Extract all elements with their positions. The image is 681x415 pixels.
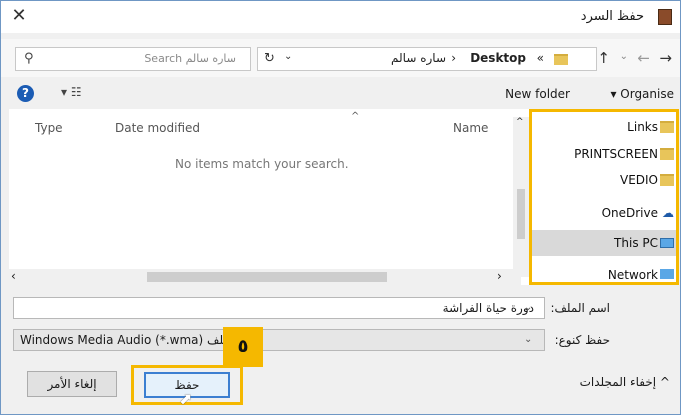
cancel-button[interactable]: إلغاء الأمر [27, 371, 117, 397]
breadcrumb-user[interactable]: ساره سالم [391, 51, 446, 65]
folder-icon [660, 174, 674, 186]
scroll-up-icon[interactable]: ^ [516, 117, 524, 127]
nav-item-network[interactable]: Network [608, 268, 658, 282]
nav-item-onedrive[interactable]: OneDrive [602, 206, 658, 220]
file-name-field[interactable]: دورة حياة الفراشة ⌄ [13, 297, 545, 319]
nav-item-links[interactable]: Links [627, 120, 658, 134]
column-date-modified[interactable]: Date modified [115, 121, 200, 135]
hide-folders-toggle[interactable]: ^ إخفاء المجلدات [580, 375, 670, 389]
save-dialog: ✕ حفظ السرد ⚲ Search ساره سالم ↻ ⌄ ساره … [0, 0, 681, 415]
forward-arrow-icon[interactable]: → [659, 49, 672, 67]
network-icon [660, 269, 674, 279]
title-bar: ✕ حفظ السرد [1, 1, 680, 33]
app-icon [658, 9, 672, 25]
column-name[interactable]: Name [453, 121, 488, 135]
empty-message: No items match your search. [175, 157, 349, 171]
scroll-right-icon[interactable]: › [497, 269, 502, 283]
breadcrumb[interactable]: ↻ ⌄ ساره سالم › Desktop « [257, 47, 597, 71]
breadcrumb-overflow[interactable]: « [537, 51, 544, 65]
organise-button[interactable]: ▾ Organise [610, 87, 674, 101]
new-folder-button[interactable]: New folder [505, 87, 570, 101]
folder-icon [660, 121, 674, 133]
chevron-down-icon[interactable]: ⌄ [524, 334, 532, 345]
onedrive-icon: ☁ [662, 206, 674, 220]
save-as-type-value: ملف Windows Media Audio (*.wma) [20, 333, 230, 347]
computer-icon [660, 238, 674, 248]
navigation-pane: Links PRINTSCREEN VEDIO OneDrive ☁ This … [529, 109, 679, 285]
scroll-thumb[interactable] [147, 272, 387, 282]
save-as-type-row: ملف Windows Media Audio (*.wma) ⌄ حفظ كن… [1, 329, 680, 353]
step-badge: ٥ [223, 327, 263, 367]
nav-item-printscreen[interactable]: PRINTSCREEN [574, 147, 658, 161]
nav-item-this-pc[interactable]: This PC [614, 236, 658, 250]
chevron-down-icon[interactable]: ⌄ [524, 302, 532, 313]
window-title: حفظ السرد [580, 9, 644, 24]
scroll-thumb[interactable] [517, 189, 525, 239]
search-placeholder: Search ساره سالم [144, 52, 236, 65]
breadcrumb-separator: › [451, 51, 456, 65]
mouse-cursor-icon: ⬈ [179, 389, 193, 408]
nav-item-vedio[interactable]: VEDIO [620, 173, 658, 187]
up-arrow-icon[interactable]: ↑ [597, 49, 610, 67]
help-icon[interactable]: ? [17, 85, 34, 102]
scroll-left-icon[interactable]: ‹ [11, 269, 16, 283]
folder-icon [660, 148, 674, 160]
refresh-icon[interactable]: ↻ [264, 51, 275, 66]
address-bar: ⚲ Search ساره سالم ↻ ⌄ ساره سالم › Deskt… [1, 39, 680, 77]
file-name-value: دورة حياة الفراشة [442, 301, 534, 315]
file-name-label: اسم الملف: [550, 301, 610, 315]
toolbar: ? ▾ ☷ New folder ▾ Organise [1, 79, 680, 109]
horizontal-scrollbar[interactable]: ‹ › [9, 269, 521, 285]
close-button[interactable]: ✕ [7, 4, 31, 28]
view-options-icon[interactable]: ▾ ☷ [61, 85, 82, 99]
search-input[interactable]: ⚲ Search ساره سالم [15, 47, 251, 71]
history-dropdown-icon[interactable]: ⌄ [620, 51, 628, 62]
vertical-scrollbar[interactable]: ^ [513, 117, 529, 277]
breadcrumb-desktop[interactable]: Desktop [470, 51, 526, 65]
chevron-down-icon[interactable]: ⌄ [284, 51, 292, 62]
search-icon: ⚲ [24, 51, 34, 66]
save-as-type-select[interactable]: ملف Windows Media Audio (*.wma) ⌄ [13, 329, 545, 351]
back-arrow-icon[interactable]: ← [637, 49, 650, 67]
file-name-row: دورة حياة الفراشة ⌄ اسم الملف: [1, 297, 680, 321]
column-type[interactable]: Type [35, 121, 63, 135]
save-as-type-label: حفظ كنوع: [554, 333, 610, 347]
sort-indicator-icon: ^ [351, 111, 360, 122]
folder-icon [554, 54, 568, 65]
